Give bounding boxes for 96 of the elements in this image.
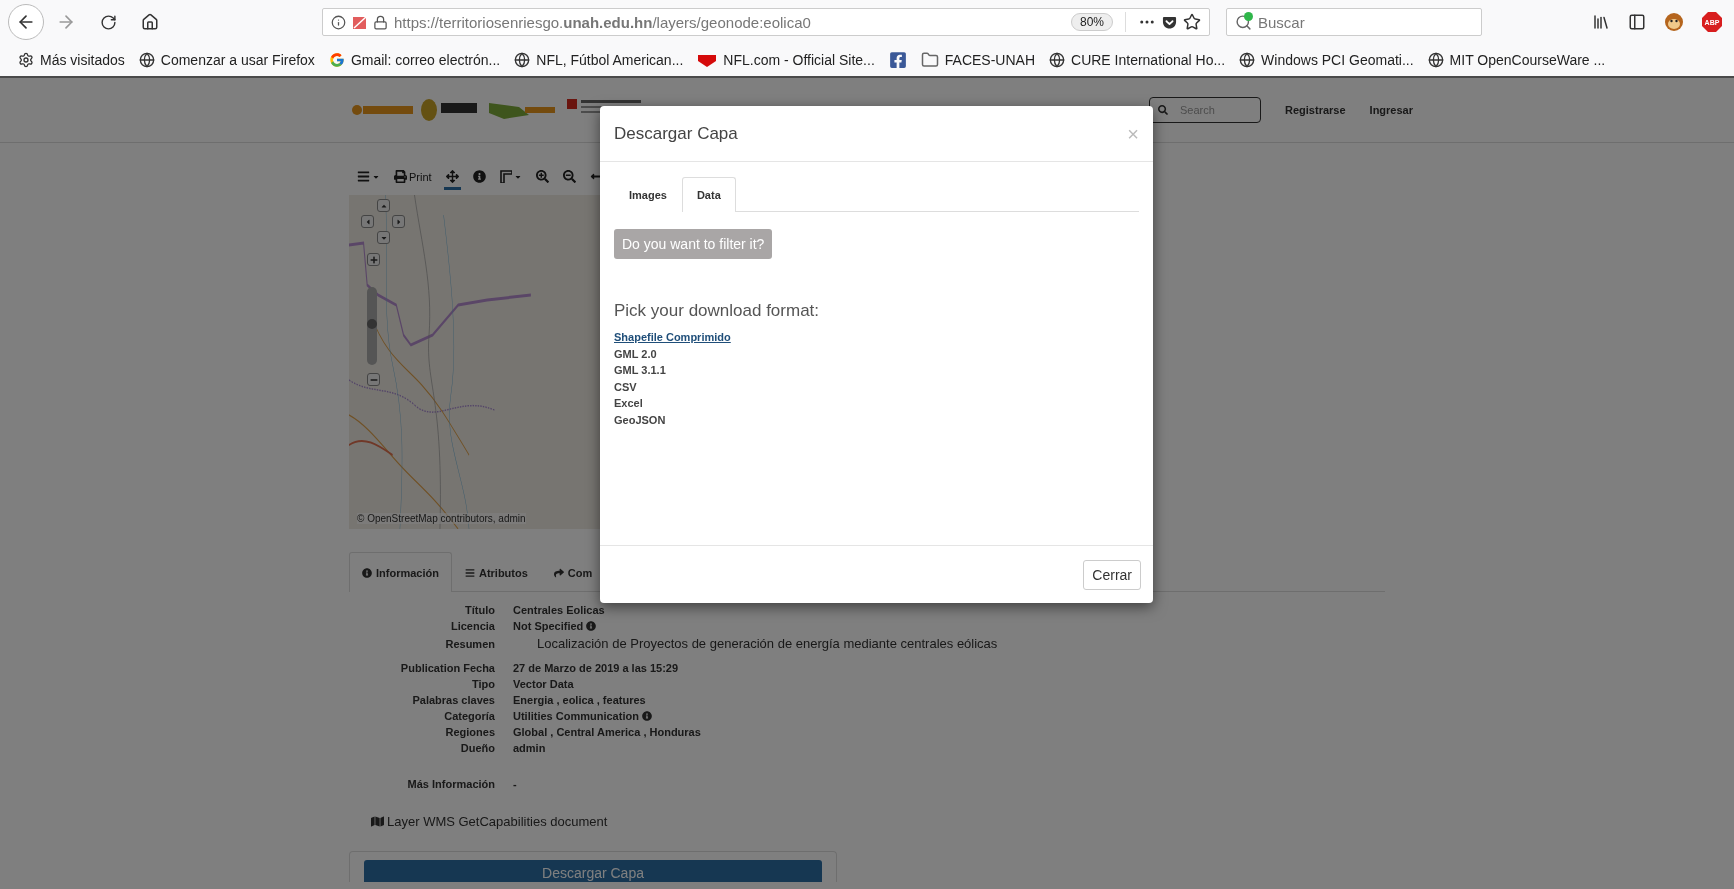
detail-label: Resumen (444, 638, 495, 650)
info-icon (362, 567, 372, 578)
detail-label: Palabras claves (411, 694, 495, 706)
detail-value: Global , Central America , Honduras (513, 726, 702, 738)
format-heading: Pick your download format: (614, 301, 821, 321)
zoom-in-icon (535, 170, 549, 183)
printer-icon (394, 170, 407, 183)
web-search-field[interactable]: Buscar (1226, 8, 1482, 36)
zoom-out-button[interactable] (367, 373, 380, 386)
plus-dot-icon (1244, 12, 1253, 21)
search-icon (1158, 105, 1169, 115)
zoom-slider-thumb[interactable] (367, 319, 377, 330)
move-arrows-icon (445, 170, 459, 183)
nfl-logo-icon (697, 53, 718, 67)
detail-value: Vector Data (513, 678, 575, 690)
monkey-face-icon[interactable] (1664, 12, 1684, 32)
back-button[interactable] (8, 4, 44, 40)
pan-up-button[interactable] (377, 199, 390, 212)
format-link[interactable]: GeoJSON (614, 411, 666, 428)
dialog-tab[interactable]: Data (681, 177, 736, 212)
home-icon (141, 13, 159, 31)
gear-icon (18, 52, 34, 68)
format-link[interactable]: GML 3.1.1 (614, 362, 666, 379)
detail-label: Dueño (459, 742, 495, 754)
globe-icon (138, 52, 155, 68)
close-dialog-button[interactable]: Cerrar (1083, 559, 1141, 590)
nav-link[interactable]: Registrarse (1285, 104, 1346, 116)
bookmark-link[interactable]: NFL.com - Official Site... (697, 52, 875, 68)
map-tool-button[interactable]: Print (392, 166, 434, 190)
nav-link[interactable]: Ingresar (1369, 104, 1413, 116)
reload-icon (99, 13, 117, 31)
info-icon[interactable] (641, 711, 652, 721)
detail-value: Energia , eolica , features (513, 694, 647, 706)
detail-label: Regiones (444, 726, 495, 738)
search-icon (1235, 13, 1252, 31)
zoom-out-icon (562, 170, 576, 183)
wms-link[interactable]: Layer WMS GetCapabilities document (371, 814, 1385, 829)
detail-value: admin (513, 742, 547, 754)
detail-value: Utilities Communication (513, 710, 1385, 722)
address-bar[interactable]: https://territoriosenriesgo.unah.edu.hn/layers/geonode:eolica0 80% (322, 8, 1210, 36)
detail-label: Más Información (406, 778, 495, 790)
plus-icon (369, 255, 378, 264)
info-tab[interactable]: Com (540, 552, 606, 592)
detail-label: Publication Fecha (399, 662, 495, 674)
format-link[interactable]: Shapefile Comprimido (614, 329, 731, 346)
detail-label: Título (464, 604, 495, 616)
detail-value: - (513, 778, 518, 790)
detail-value: Not Specified (513, 620, 1385, 632)
globe-icon (1427, 52, 1444, 68)
detail-value: Centrales Eolicas (513, 604, 606, 616)
facebook-icon (888, 51, 907, 69)
format-link[interactable]: GML 2.0 (614, 345, 657, 362)
format-link[interactable]: Excel (614, 395, 643, 412)
info-icon (472, 170, 486, 183)
bookmark-link[interactable]: CURE International Ho... (1049, 52, 1226, 68)
map-icon (371, 815, 384, 828)
zoom-slider[interactable] (367, 287, 377, 365)
dialog-title: Descargar Capa (614, 123, 738, 144)
bookmark-link[interactable]: FACES-UNAH (920, 51, 1035, 69)
library-icon[interactable] (1592, 13, 1610, 31)
info-tab[interactable]: Atributos (451, 552, 541, 592)
pan-right-button[interactable] (392, 215, 405, 228)
bookmark-link[interactable] (888, 51, 907, 69)
map-view[interactable]: © OpenStreetMap contributors, admin (349, 195, 600, 529)
bookmark-link[interactable]: Comenzar a usar Firefox (138, 52, 315, 68)
format-link[interactable]: CSV (614, 378, 637, 395)
detail-value: 27 de Marzo de 2019 a las 15:29 (513, 662, 680, 674)
detail-label: Categoría (443, 710, 495, 722)
pan-down-button[interactable] (377, 231, 390, 244)
bookmark-link[interactable]: NFL, Fútbol American... (514, 52, 684, 68)
list-icon (464, 567, 475, 578)
bookmark-link[interactable]: Windows PCI Geomati... (1239, 52, 1414, 68)
pan-left-button[interactable] (361, 215, 374, 228)
info-icon[interactable] (586, 621, 597, 631)
zoom-level-badge[interactable]: 80% (1070, 13, 1113, 31)
detail-label: Licencia (449, 620, 495, 632)
menu-icon (357, 170, 370, 183)
globe-icon (1239, 52, 1256, 68)
share-arrow-icon (553, 567, 564, 578)
zoom-in-button[interactable] (367, 253, 380, 266)
crossed-square-icon (352, 14, 367, 30)
detail-value: Localización de Proyectos de generación de energía mediante centrales eólicas (536, 636, 999, 651)
bookmark-link[interactable]: Más visitados (18, 52, 125, 68)
folder-icon (920, 51, 939, 69)
pocket-icon[interactable] (1162, 14, 1177, 30)
bookmark-link[interactable]: Gmail: correo electrón... (328, 52, 501, 68)
info-icon (331, 14, 346, 30)
google-g-icon (328, 52, 345, 68)
star-icon[interactable] (1183, 13, 1201, 31)
ruler-corner-icon (499, 170, 512, 183)
globe-icon (514, 52, 531, 68)
bookmark-link[interactable]: MIT OpenCourseWare ... (1427, 52, 1606, 68)
sidebar-icon[interactable] (1628, 13, 1646, 31)
detail-label: Tipo (471, 678, 495, 690)
globe-icon (1049, 52, 1065, 68)
info-tab[interactable]: Información (349, 552, 452, 592)
